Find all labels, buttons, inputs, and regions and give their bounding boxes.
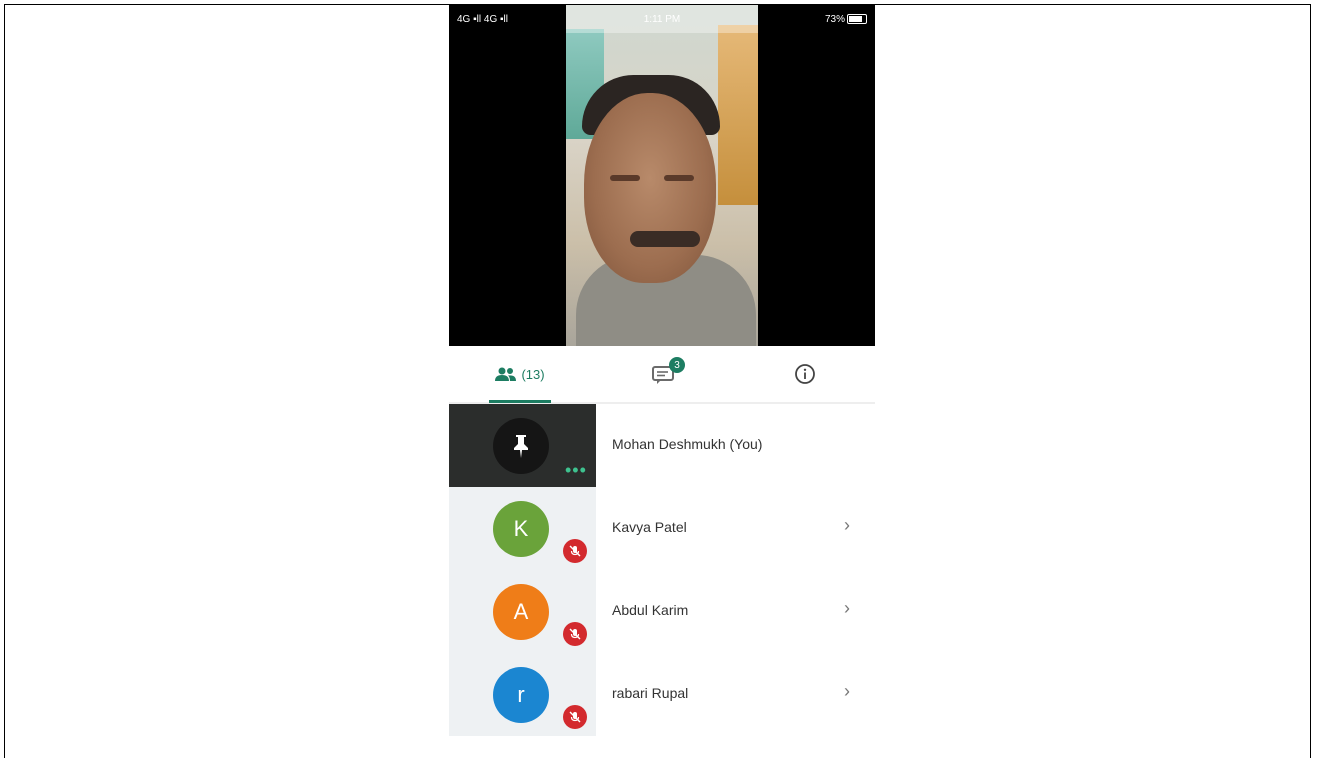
more-options-icon[interactable]: •••	[565, 460, 587, 481]
tab-participants[interactable]: (13)	[479, 346, 561, 403]
avatar-initial: A	[513, 599, 529, 624]
list-item[interactable]: K Kavya Patel ›	[449, 487, 875, 570]
mic-muted-icon	[563, 539, 587, 563]
avatar: K	[493, 501, 549, 557]
meeting-tabs: (13) 3	[449, 346, 875, 404]
mic-muted-icon	[563, 622, 587, 646]
chat-unread-badge: 3	[669, 357, 685, 373]
video-area[interactable]: 4G ▪ll 4G ▪ll 1:11 PM 73%	[449, 5, 875, 346]
participant-count: (13)	[521, 366, 545, 382]
status-bar: 4G ▪ll 4G ▪ll 1:11 PM 73%	[449, 5, 875, 33]
active-tab-indicator	[489, 400, 551, 403]
avatar-initial: r	[517, 682, 525, 707]
phone-screen: 4G ▪ll 4G ▪ll 1:11 PM 73% (13) 3 ••• Moh…	[449, 5, 875, 736]
pin-icon	[510, 433, 532, 459]
tab-info[interactable]	[775, 346, 835, 402]
chevron-right-icon[interactable]: ›	[844, 598, 850, 619]
chevron-right-icon[interactable]: ›	[844, 681, 850, 702]
battery-icon	[847, 14, 867, 24]
participant-list: ••• Mohan Deshmukh (You) K Kavya Patel ›…	[449, 404, 875, 736]
avatar-initial: K	[513, 516, 529, 541]
list-item-self[interactable]: ••• Mohan Deshmukh (You)	[449, 404, 875, 487]
tab-chat[interactable]: 3	[634, 346, 694, 402]
info-icon	[794, 363, 816, 385]
participant-name: Kavya Patel	[612, 519, 687, 535]
people-icon	[495, 366, 517, 382]
avatar: r	[493, 667, 549, 723]
participant-name: rabari Rupal	[612, 685, 689, 701]
chevron-right-icon[interactable]: ›	[844, 515, 850, 536]
list-item[interactable]: r rabari Rupal ›	[449, 653, 875, 736]
participant-name: Abdul Karim	[612, 602, 689, 618]
list-item[interactable]: A Abdul Karim ›	[449, 570, 875, 653]
chat-icon: 3	[651, 357, 685, 385]
signal-indicator: 4G ▪ll 4G ▪ll	[457, 13, 508, 25]
avatar: A	[493, 584, 549, 640]
mic-muted-icon	[563, 705, 587, 729]
participant-video-feed	[566, 5, 758, 346]
participant-name: Mohan Deshmukh (You)	[612, 436, 763, 452]
battery-percent: 73%	[824, 13, 845, 25]
status-time: 1:11 PM	[643, 13, 681, 25]
avatar	[493, 418, 549, 474]
